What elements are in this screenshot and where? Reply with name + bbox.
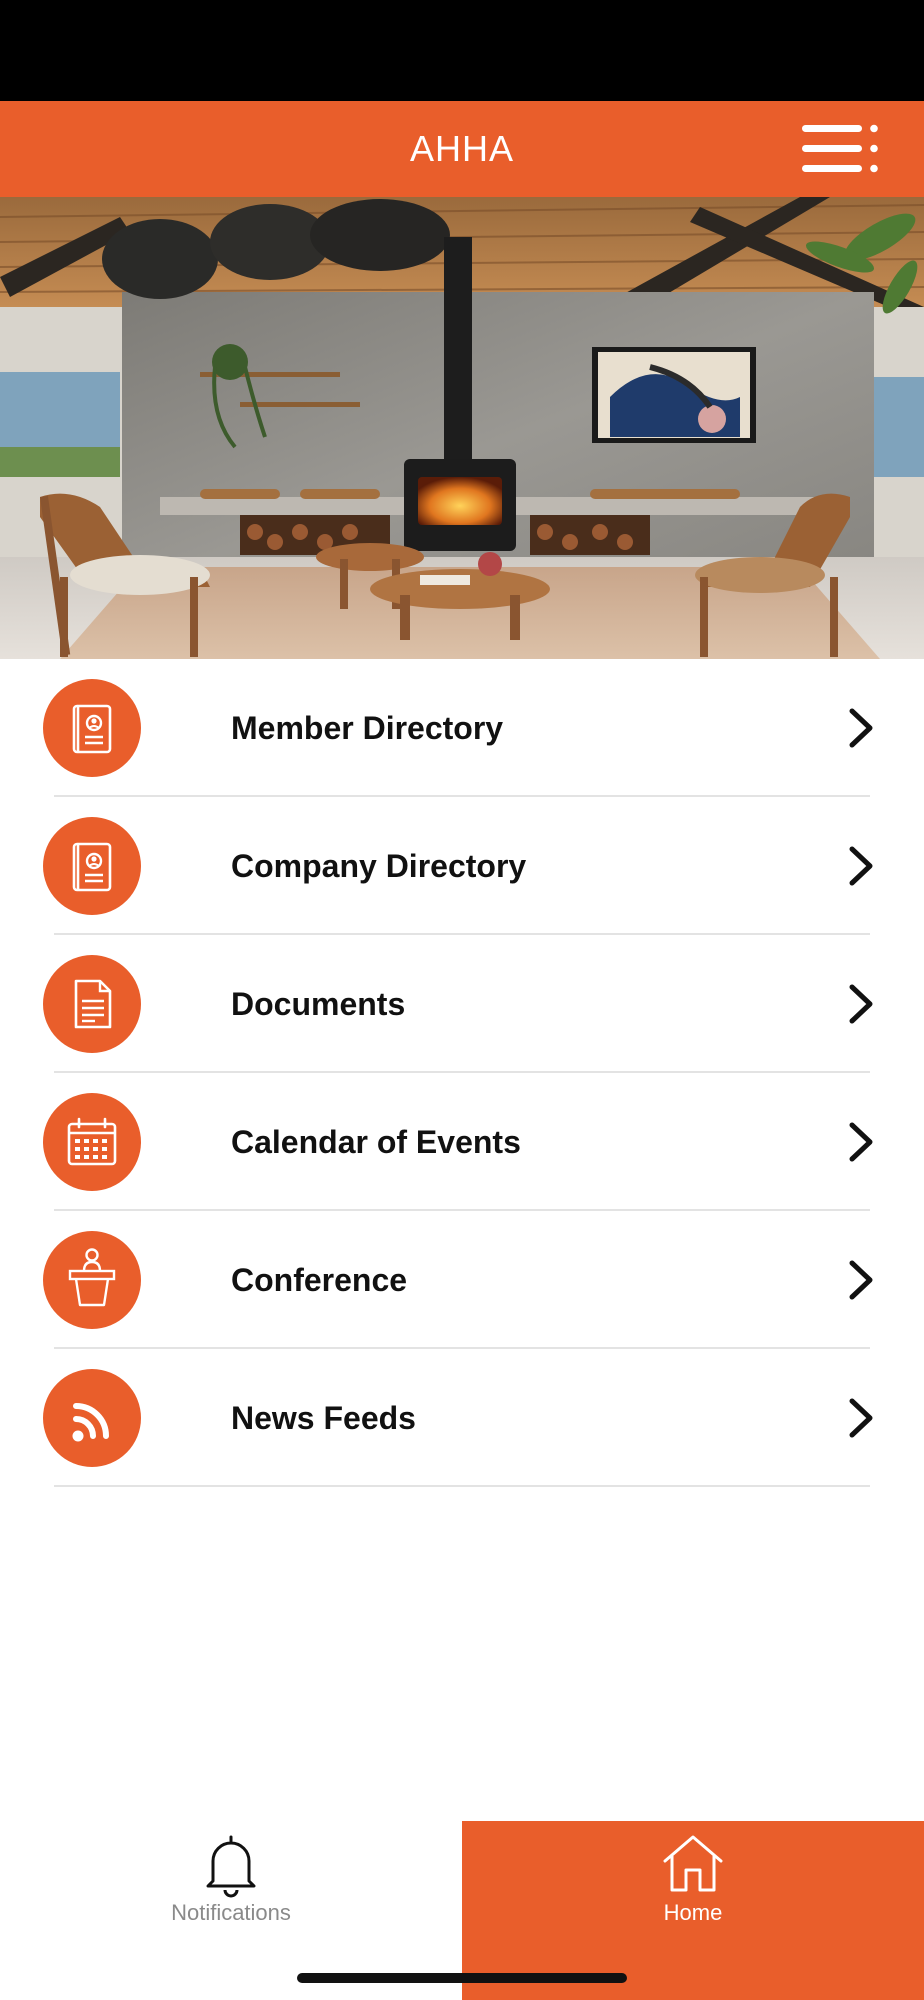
menu-item-label: Documents [231, 986, 406, 1022]
news-feeds-icon-circle [43, 1369, 141, 1467]
chevron-right-icon [849, 846, 873, 886]
hero-image [0, 197, 924, 659]
menu-item-news-feeds[interactable]: News Feeds [0, 1349, 924, 1487]
chevron-right-icon [849, 1260, 873, 1300]
menu-item-conference[interactable]: Conference [0, 1211, 924, 1349]
menu-item-label: Member Directory [231, 710, 504, 746]
contact-book-icon [72, 704, 112, 754]
app-header: AHHA [0, 101, 924, 197]
bell-icon [206, 1835, 256, 1898]
status-bar [0, 0, 924, 101]
rss-feed-icon [72, 1403, 109, 1442]
home-icon [663, 1835, 723, 1892]
conference-icon-circle [43, 1231, 141, 1329]
menu-item-label: Calendar of Events [231, 1124, 521, 1160]
chevron-right-icon [849, 1398, 873, 1438]
app-title: AHHA [409, 128, 515, 169]
menu-item-documents[interactable]: Documents [0, 935, 924, 1073]
home-indicator [297, 1973, 627, 1983]
hamburger-menu-button[interactable] [796, 121, 884, 177]
menu-item-member-directory[interactable]: Member Directory [0, 659, 924, 797]
chevron-right-icon [849, 708, 873, 748]
chevron-right-icon [849, 1122, 873, 1162]
hamburger-menu-icon [802, 124, 878, 173]
menu-item-label: Company Directory [231, 848, 527, 884]
calendar-icon [67, 1117, 117, 1166]
menu-item-label: Conference [231, 1262, 408, 1298]
podium-speaker-icon [68, 1248, 116, 1307]
chevron-right-icon [849, 984, 873, 1024]
living-room-photo [0, 197, 924, 659]
calendar-icon-circle [43, 1093, 141, 1191]
menu-item-calendar-of-events[interactable]: Calendar of Events [0, 1073, 924, 1211]
documents-icon-circle [43, 955, 141, 1053]
menu-item-label: News Feeds [231, 1400, 416, 1436]
nav-home-label: Home [663, 1900, 723, 1925]
member-directory-icon-circle [43, 679, 141, 777]
menu-list: Member Directory Company Directory Docum… [0, 659, 924, 1487]
contact-book-icon [72, 842, 112, 892]
nav-notifications-label: Notifications [171, 1900, 291, 1925]
document-icon [74, 979, 112, 1029]
divider [54, 1485, 870, 1487]
company-directory-icon-circle [43, 817, 141, 915]
menu-item-company-directory[interactable]: Company Directory [0, 797, 924, 935]
